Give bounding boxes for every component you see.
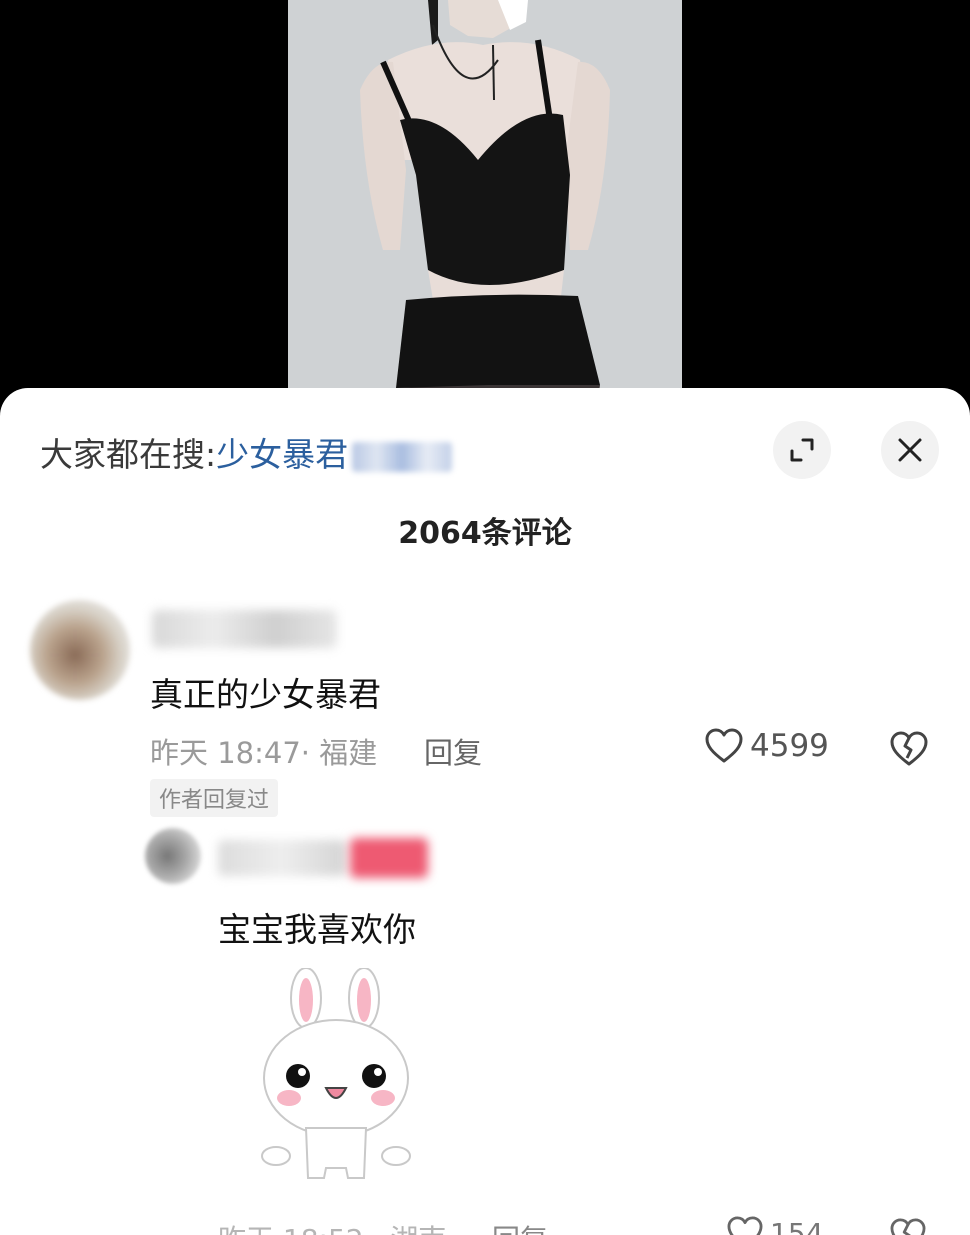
reply-button[interactable]: 回复: [492, 1218, 548, 1235]
like-count: 154: [770, 1216, 824, 1235]
like-count: 4599: [750, 728, 829, 764]
comment-meta: 昨天 18:52 · 湖南: [218, 1218, 446, 1235]
like-button[interactable]: 4599: [704, 728, 829, 764]
video-thumbnail: [288, 0, 682, 400]
heart-icon: [705, 728, 743, 763]
comment-text: 真正的少女暴君: [150, 675, 381, 714]
broken-heart-icon: [890, 731, 928, 766]
search-suggestion-term[interactable]: 少女暴君: [216, 435, 348, 474]
like-button[interactable]: 154: [726, 1216, 823, 1235]
username-redacted[interactable]: [152, 610, 337, 648]
search-suggestion[interactable]: 大家都在搜:少女暴君: [40, 428, 453, 476]
comment-count-title: 2064条评论: [398, 516, 572, 551]
username-tag-redacted: [350, 838, 428, 878]
heart-icon: [727, 1216, 763, 1235]
close-button[interactable]: [881, 421, 939, 479]
dislike-button[interactable]: [889, 731, 929, 771]
search-suggestion-prefix: 大家都在搜:: [40, 435, 217, 474]
broken-heart-icon: [890, 1218, 926, 1235]
expand-icon: [790, 438, 814, 462]
dislike-button[interactable]: [889, 1218, 927, 1235]
comment-meta: 昨天 18:47· 福建: [150, 736, 378, 770]
comments-panel: 大家都在搜:少女暴君 2064条评论 真正的少女暴君 昨天 18:47· 福建 …: [0, 388, 970, 1235]
reply-button[interactable]: 回复: [424, 730, 482, 772]
comment-text: 宝宝我喜欢你: [218, 910, 416, 949]
username-redacted[interactable]: [218, 840, 346, 876]
video-player[interactable]: [0, 0, 970, 400]
avatar[interactable]: [30, 600, 130, 700]
bunny-sticker: [261, 968, 411, 1179]
video-frame: [288, 0, 682, 400]
avatar[interactable]: [145, 828, 201, 884]
search-suggestion-redacted: [352, 441, 453, 472]
expand-button[interactable]: [773, 421, 831, 479]
author-replied-badge: 作者回复过: [150, 779, 279, 817]
close-icon: [898, 438, 922, 462]
